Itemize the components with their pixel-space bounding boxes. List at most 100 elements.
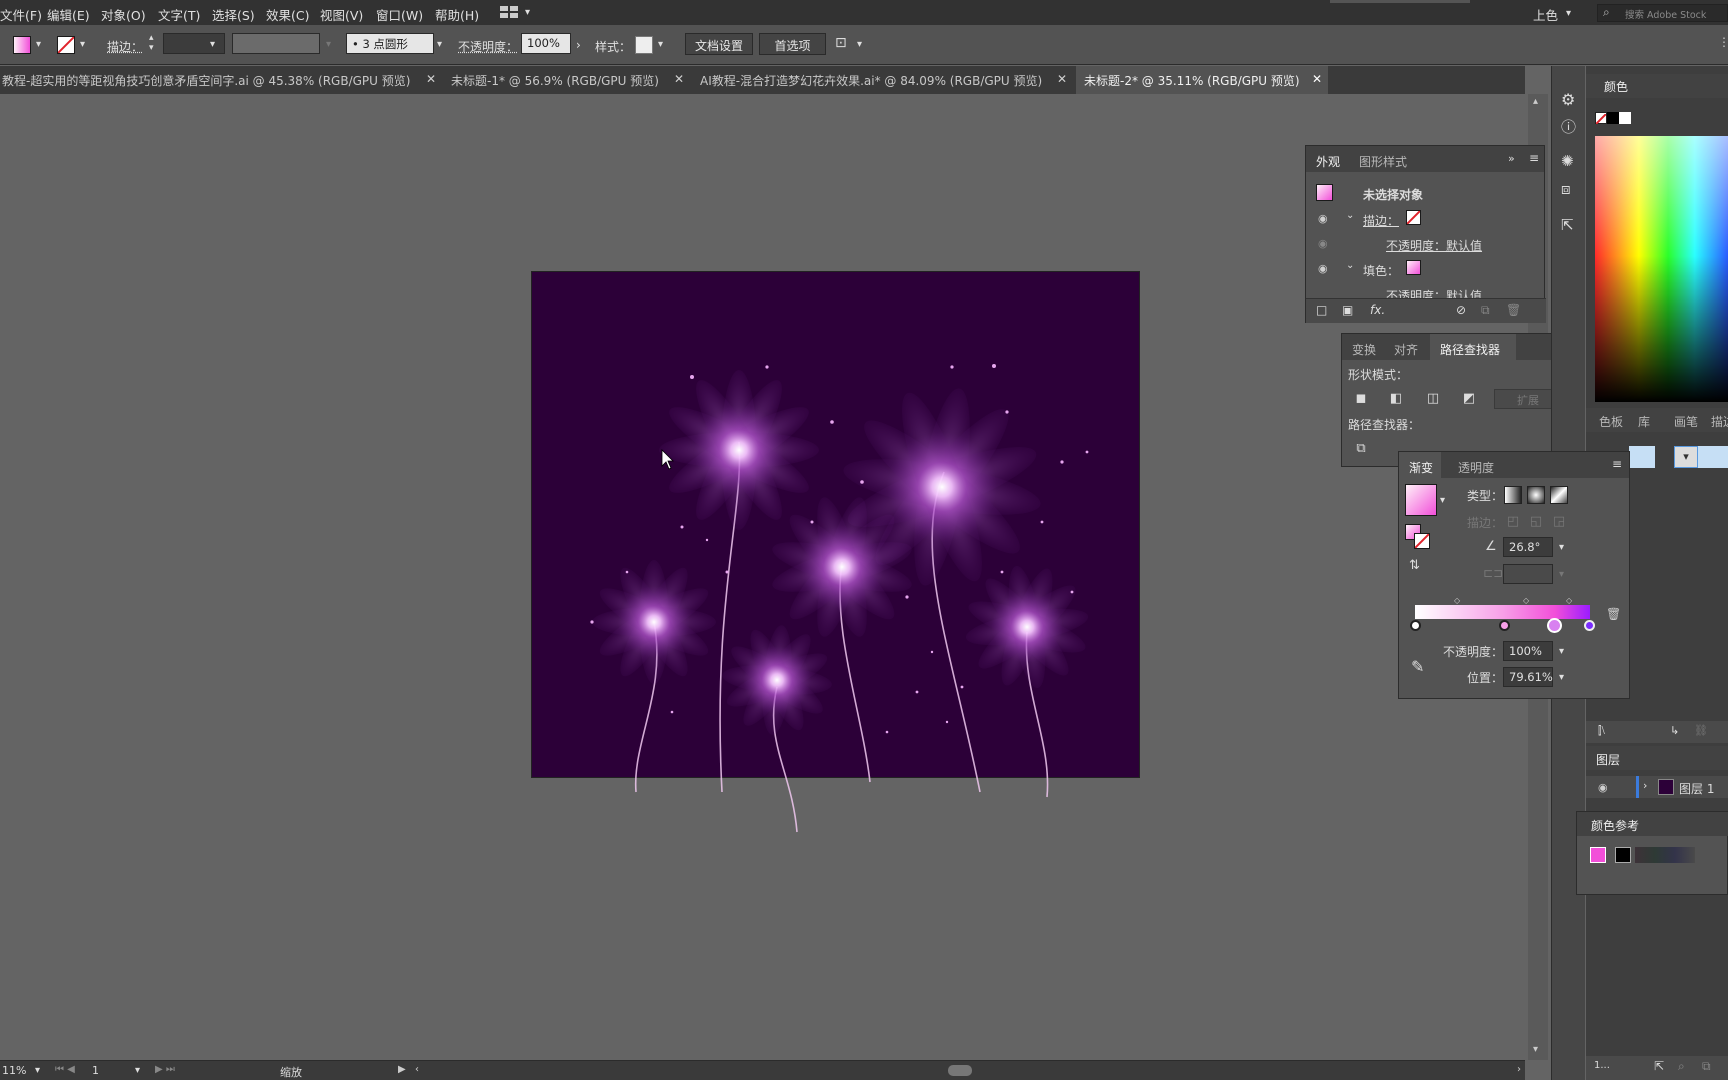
panel-menu-icon[interactable]: ≡ bbox=[1612, 457, 1622, 471]
new-layer-icon[interactable]: ⧉ bbox=[1702, 1059, 1711, 1074]
angle-input[interactable]: 26.8° bbox=[1503, 537, 1553, 557]
chevron-down-icon[interactable]: ▾ bbox=[1559, 569, 1564, 580]
harmony-swatch[interactable] bbox=[1615, 847, 1631, 863]
menu-effect[interactable]: 效果(C) bbox=[266, 5, 309, 24]
tab-doc-2[interactable]: 未标题-1* @ 56.9% (RGB/GPU 预览) bbox=[445, 66, 685, 94]
menu-type[interactable]: 文字(T) bbox=[158, 5, 200, 24]
chevron-down-icon[interactable]: ▾ bbox=[35, 1065, 40, 1076]
white-swatch[interactable] bbox=[1619, 112, 1631, 124]
menu-view[interactable]: 视图(V) bbox=[320, 5, 363, 24]
stop-opacity-input[interactable]: 100% bbox=[1503, 641, 1553, 661]
menu-help[interactable]: 帮助(H) bbox=[435, 5, 479, 24]
chevron-down-icon[interactable]: ▾ bbox=[1566, 8, 1571, 19]
fill-swatch[interactable] bbox=[13, 36, 31, 54]
export-icon[interactable]: ⇱ bbox=[1561, 216, 1574, 234]
place-icon[interactable]: ↳ bbox=[1670, 724, 1679, 737]
chevron-right-icon[interactable]: › bbox=[1517, 1064, 1521, 1075]
chevron-right-icon[interactable]: › bbox=[576, 38, 581, 52]
black-swatch[interactable] bbox=[1607, 112, 1619, 124]
eye-icon[interactable]: ◉ bbox=[1318, 262, 1328, 275]
none-swatch-icon[interactable] bbox=[1595, 112, 1607, 125]
gear-icon[interactable]: ⚙ bbox=[1561, 90, 1575, 109]
stroke-opacity-link[interactable]: 不透明度：默认值 bbox=[1386, 237, 1482, 254]
harmony-swatches[interactable] bbox=[1635, 847, 1695, 863]
stock-search-box[interactable]: ⌕ 搜索 Adobe Stock bbox=[1597, 4, 1728, 22]
tab-graphic-styles[interactable]: 图形样式 bbox=[1359, 153, 1407, 170]
tab-libraries[interactable]: 库 bbox=[1638, 413, 1650, 430]
unite-icon[interactable]: ◼ bbox=[1352, 390, 1370, 408]
chevron-down-icon[interactable]: ▾ bbox=[437, 39, 442, 50]
color-spectrum[interactable] bbox=[1595, 136, 1728, 402]
panel-menu-icon[interactable]: ≡ bbox=[1529, 151, 1539, 165]
brush-definition[interactable]: • 3 点圆形 bbox=[346, 33, 434, 54]
tab-pathfinder[interactable]: 路径查找器 bbox=[1440, 341, 1500, 358]
eye-icon[interactable]: ◉ bbox=[1318, 237, 1328, 250]
appearance-fill-swatch[interactable] bbox=[1406, 260, 1421, 275]
chevron-down-icon[interactable]: ▾ bbox=[135, 1065, 140, 1076]
transform-icon[interactable]: ⧈ bbox=[1561, 180, 1571, 198]
freeform-gradient-icon[interactable] bbox=[1550, 486, 1568, 504]
chevron-down-icon[interactable]: ▾ bbox=[1559, 646, 1564, 657]
fx-button[interactable]: fx. bbox=[1370, 303, 1385, 317]
add-stroke-icon[interactable]: □ bbox=[1316, 303, 1327, 317]
tab-doc-4[interactable]: 未标题-2* @ 35.11% (RGB/GPU 预览) bbox=[1076, 66, 1328, 94]
chevron-down-icon[interactable]: ⌄ bbox=[1346, 260, 1354, 271]
appearance-stroke-swatch[interactable] bbox=[1406, 210, 1421, 225]
stroke-weight-input[interactable] bbox=[163, 33, 225, 54]
intersect-icon[interactable]: ◫ bbox=[1424, 390, 1442, 408]
menu-edit[interactable]: 编辑(E) bbox=[47, 5, 90, 24]
close-icon[interactable]: ✕ bbox=[426, 72, 436, 86]
expand-icon[interactable]: » bbox=[1508, 152, 1515, 165]
chevron-right-icon[interactable]: › bbox=[1643, 779, 1647, 792]
gradient-slider[interactable] bbox=[1415, 605, 1590, 619]
eyedropper-icon[interactable]: ✎ bbox=[1411, 657, 1424, 676]
layer-name[interactable]: 图层 1 bbox=[1679, 780, 1714, 797]
chevron-down-icon[interactable]: ▾ bbox=[210, 39, 215, 50]
chevron-left-icon[interactable]: ‹ bbox=[415, 1064, 419, 1075]
chevron-down-icon[interactable]: ▾ bbox=[326, 39, 331, 50]
clear-appearance-icon[interactable]: ⊘ bbox=[1456, 303, 1466, 317]
color-stop-3-selected[interactable] bbox=[1547, 618, 1562, 633]
stroke-within-icon[interactable]: ◰ bbox=[1504, 513, 1522, 531]
library-icon[interactable]: ⫿⧵ bbox=[1598, 724, 1605, 738]
link-icon[interactable]: ⛓ bbox=[1694, 724, 1708, 737]
info-icon[interactable]: ⓘ bbox=[1561, 116, 1576, 137]
export-icon[interactable]: ⇱ bbox=[1654, 1059, 1664, 1073]
document-setup-button[interactable]: 文档设置 bbox=[685, 33, 753, 55]
close-icon[interactable]: ✕ bbox=[674, 72, 684, 86]
appearance-stroke-label[interactable]: 描边： bbox=[1363, 212, 1399, 229]
stepper-icon[interactable]: ▴ ▾ bbox=[149, 33, 154, 53]
horizontal-scroll-thumb[interactable] bbox=[948, 1065, 972, 1076]
color-guide-title[interactable]: 颜色参考 bbox=[1591, 817, 1639, 834]
workspace-grid-icon[interactable] bbox=[500, 6, 518, 18]
stroke-across-icon[interactable]: ◲ bbox=[1550, 513, 1568, 531]
close-icon[interactable]: ✕ bbox=[1057, 72, 1067, 86]
chevron-down-icon[interactable]: ▾ bbox=[658, 39, 663, 50]
opacity-label[interactable]: 不透明度： bbox=[458, 38, 518, 55]
tab-doc-3[interactable]: AI教程-混合打造梦幻花卉效果.ai* @ 84.09% (RGB/GPU 预览… bbox=[692, 66, 1064, 94]
tab-swatches[interactable]: 色板 bbox=[1599, 413, 1623, 430]
close-icon[interactable]: ✕ bbox=[1312, 72, 1322, 86]
chevron-down-icon[interactable]: ▾ bbox=[1674, 446, 1698, 468]
variable-width-profile[interactable] bbox=[232, 33, 320, 54]
tab-appearance[interactable]: 外观 bbox=[1316, 153, 1340, 170]
sun-icon[interactable]: ✺ bbox=[1561, 152, 1574, 170]
chevron-down-icon[interactable]: ▾ bbox=[1559, 672, 1564, 683]
chevron-down-icon[interactable]: ▾ bbox=[36, 39, 41, 50]
layer-row[interactable]: ◉ › 图层 1 bbox=[1586, 776, 1728, 798]
zoom-level[interactable]: 11% bbox=[2, 1064, 26, 1077]
linear-gradient-icon[interactable] bbox=[1504, 486, 1522, 504]
color-stop-4[interactable] bbox=[1584, 620, 1595, 631]
chevron-right-icon[interactable]: ▶ bbox=[398, 1064, 406, 1075]
workspace-switcher[interactable]: 上色 bbox=[1533, 5, 1558, 24]
chevron-down-icon[interactable]: ▾ bbox=[525, 7, 530, 18]
gradient-preview[interactable] bbox=[1405, 484, 1437, 516]
tab-doc-1[interactable]: 教程-超实用的等距视角技巧创意矛盾空间字.ai @ 45.38% (RGB/GP… bbox=[0, 66, 440, 94]
eye-icon[interactable]: ◉ bbox=[1598, 781, 1608, 794]
exclude-icon[interactable]: ◩ bbox=[1460, 390, 1478, 408]
tab-transparency[interactable]: 透明度 bbox=[1458, 459, 1494, 476]
stroke-along-icon[interactable]: ◱ bbox=[1527, 513, 1545, 531]
chevron-down-icon[interactable]: ▾ bbox=[1440, 495, 1445, 506]
style-swatch[interactable] bbox=[635, 36, 653, 54]
trash-icon[interactable]: 🗑 bbox=[1606, 607, 1621, 621]
